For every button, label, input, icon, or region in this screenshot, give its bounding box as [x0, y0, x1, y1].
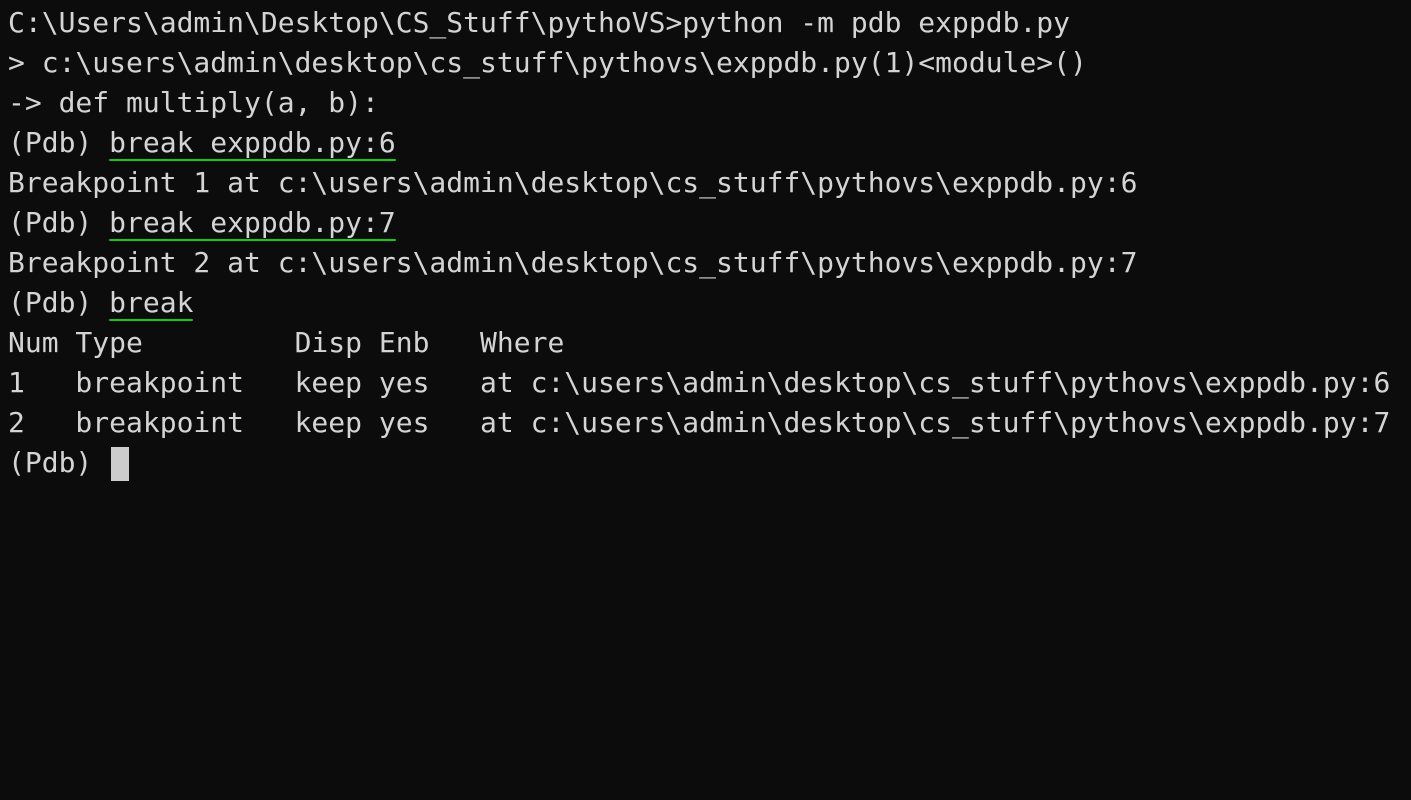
breakpoint-table-header: Num Type Disp Enb Where	[8, 326, 565, 359]
terminal-window[interactable]: C:\Users\admin\Desktop\CS_Stuff\pythoVS>…	[0, 0, 1411, 485]
pdb-prompt: (Pdb)	[8, 206, 110, 239]
pdb-current-line-output: -> def multiply(a, b):	[8, 86, 379, 119]
pdb-command-break-6: break exppdb.py:6	[109, 126, 396, 161]
highlight-underline	[109, 319, 194, 321]
pdb-prompt: (Pdb)	[8, 126, 110, 159]
breakpoint-table-row: 1 breakpoint keep yes at c:\users\admin\…	[8, 366, 1391, 399]
pdb-prompt: (Pdb)	[8, 446, 110, 479]
command-line-run-pdb: C:\Users\admin\Desktop\CS_Stuff\pythoVS>…	[8, 6, 1071, 39]
breakpoint-1-output: Breakpoint 1 at c:\users\admin\desktop\c…	[8, 166, 1138, 199]
pdb-input-line[interactable]: (Pdb)	[8, 443, 130, 483]
highlight-underline	[109, 159, 396, 161]
pdb-command-line-break: (Pdb) break	[8, 283, 194, 323]
pdb-command-line-break-7: (Pdb) break exppdb.py:7	[8, 203, 396, 243]
breakpoint-table-row: 2 breakpoint keep yes at c:\users\admin\…	[8, 406, 1391, 439]
pdb-command-break-7: break exppdb.py:7	[109, 206, 396, 241]
pdb-command-break: break	[109, 286, 194, 321]
pdb-command-line-break-6: (Pdb) break exppdb.py:6	[8, 123, 396, 163]
pdb-prompt: (Pdb)	[8, 286, 110, 319]
breakpoint-2-output: Breakpoint 2 at c:\users\admin\desktop\c…	[8, 246, 1138, 279]
highlight-underline	[109, 239, 396, 241]
pdb-location-output: > c:\users\admin\desktop\cs_stuff\pythov…	[8, 46, 1087, 79]
text-cursor[interactable]	[111, 447, 130, 481]
